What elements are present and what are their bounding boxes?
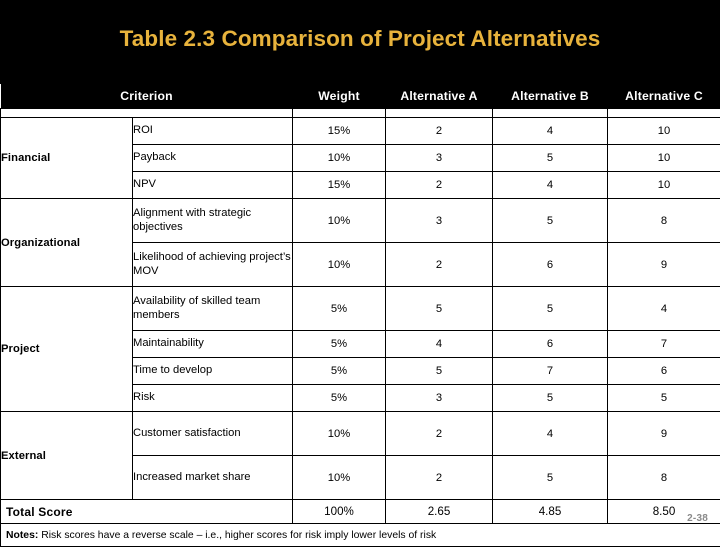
- category-label-project: Project: [1, 287, 133, 412]
- weight-cell: 10%: [293, 243, 386, 287]
- spacer-cell-criterion: [1, 109, 293, 118]
- score-cell-alt-c: 10: [608, 145, 720, 172]
- score-cell-alt-b: 7: [493, 358, 608, 385]
- score-cell-alt-c: 9: [608, 412, 720, 456]
- score-cell-alt-b: 5: [493, 385, 608, 412]
- criterion-cell: Availability of skilled team members: [133, 287, 293, 331]
- score-cell-alt-a: 4: [386, 331, 493, 358]
- notes-label: Notes:: [6, 530, 38, 541]
- notes-cell: Notes: Risk scores have a reverse scale …: [1, 524, 720, 547]
- score-cell-alt-b: 5: [493, 145, 608, 172]
- page-title: Table 2.3 Comparison of Project Alternat…: [0, 0, 720, 78]
- slide-page-number: 2-38: [687, 513, 708, 524]
- score-cell-alt-c: 4: [608, 287, 720, 331]
- weight-cell: 15%: [293, 172, 386, 199]
- column-header-alternative-b: Alternative B: [493, 84, 608, 109]
- weight-cell: 10%: [293, 456, 386, 500]
- score-cell-alt-a: 3: [386, 199, 493, 243]
- column-header-alternative-c: Alternative C: [608, 84, 720, 109]
- score-cell-alt-b: 4: [493, 172, 608, 199]
- weight-cell: 10%: [293, 199, 386, 243]
- weight-cell: 5%: [293, 385, 386, 412]
- score-cell-alt-a: 2: [386, 412, 493, 456]
- weight-cell: 5%: [293, 358, 386, 385]
- criterion-cell: ROI: [133, 118, 293, 145]
- score-cell-alt-a: 2: [386, 456, 493, 500]
- score-cell-alt-b: 6: [493, 331, 608, 358]
- score-cell-alt-a: 2: [386, 243, 493, 287]
- score-cell-alt-a: 2: [386, 172, 493, 199]
- weight-cell: 10%: [293, 412, 386, 456]
- spacer-cell-alt-c: [608, 109, 720, 118]
- spacer-cell-alt-a: [386, 109, 493, 118]
- score-cell-alt-c: 5: [608, 385, 720, 412]
- total-weight: 100%: [293, 500, 386, 524]
- column-header-weight: Weight: [293, 84, 386, 109]
- table-row: Financial ROI 15% 2 4 10: [1, 118, 720, 145]
- notes-row: Notes: Risk scores have a reverse scale …: [1, 524, 720, 547]
- column-header-criterion: Criterion: [1, 84, 293, 109]
- criterion-cell: Time to develop: [133, 358, 293, 385]
- weight-cell: 5%: [293, 331, 386, 358]
- header-separator-row: [1, 109, 720, 118]
- score-cell-alt-c: 9: [608, 243, 720, 287]
- criterion-cell: Maintainability: [133, 331, 293, 358]
- score-cell-alt-c: 10: [608, 118, 720, 145]
- criterion-cell: Increased market share: [133, 456, 293, 500]
- score-cell-alt-a: 3: [386, 145, 493, 172]
- score-cell-alt-a: 2: [386, 118, 493, 145]
- total-score-alt-a: 2.65: [386, 500, 493, 524]
- criterion-cell: Customer satisfaction: [133, 412, 293, 456]
- table-row: Organizational Alignment with strategic …: [1, 199, 720, 243]
- project-alternatives-table: Criterion Weight Alternative A Alternati…: [0, 84, 720, 547]
- criterion-cell: Likelihood of achieving project’s MOV: [133, 243, 293, 287]
- score-cell-alt-b: 5: [493, 199, 608, 243]
- score-cell-alt-c: 8: [608, 456, 720, 500]
- score-cell-alt-b: 5: [493, 456, 608, 500]
- score-cell-alt-c: 10: [608, 172, 720, 199]
- total-score-row: Total Score 100% 2.65 4.85 8.50: [1, 500, 720, 524]
- score-cell-alt-a: 5: [386, 358, 493, 385]
- spacer-cell-weight: [293, 109, 386, 118]
- category-label-organizational: Organizational: [1, 199, 133, 287]
- score-cell-alt-c: 6: [608, 358, 720, 385]
- score-cell-alt-b: 4: [493, 412, 608, 456]
- category-label-financial: Financial: [1, 118, 133, 199]
- criterion-cell: Payback: [133, 145, 293, 172]
- table-row: External Customer satisfaction 10% 2 4 9: [1, 412, 720, 456]
- score-cell-alt-c: 7: [608, 331, 720, 358]
- spacer-cell-alt-b: [493, 109, 608, 118]
- score-cell-alt-a: 3: [386, 385, 493, 412]
- score-cell-alt-b: 4: [493, 118, 608, 145]
- score-cell-alt-c: 8: [608, 199, 720, 243]
- score-cell-alt-b: 5: [493, 287, 608, 331]
- score-cell-alt-a: 5: [386, 287, 493, 331]
- notes-text: Risk scores have a reverse scale – i.e.,…: [38, 530, 436, 541]
- weight-cell: 15%: [293, 118, 386, 145]
- total-score-label: Total Score: [1, 500, 293, 524]
- criterion-cell: Risk: [133, 385, 293, 412]
- category-label-external: External: [1, 412, 133, 500]
- criterion-cell: NPV: [133, 172, 293, 199]
- table-header-row: Criterion Weight Alternative A Alternati…: [1, 84, 720, 109]
- weight-cell: 5%: [293, 287, 386, 331]
- column-header-alternative-a: Alternative A: [386, 84, 493, 109]
- table-row: Project Availability of skilled team mem…: [1, 287, 720, 331]
- weight-cell: 10%: [293, 145, 386, 172]
- total-score-alt-b: 4.85: [493, 500, 608, 524]
- score-cell-alt-b: 6: [493, 243, 608, 287]
- comparison-table-container: Criterion Weight Alternative A Alternati…: [0, 84, 720, 547]
- criterion-cell: Alignment with strategic objectives: [133, 199, 293, 243]
